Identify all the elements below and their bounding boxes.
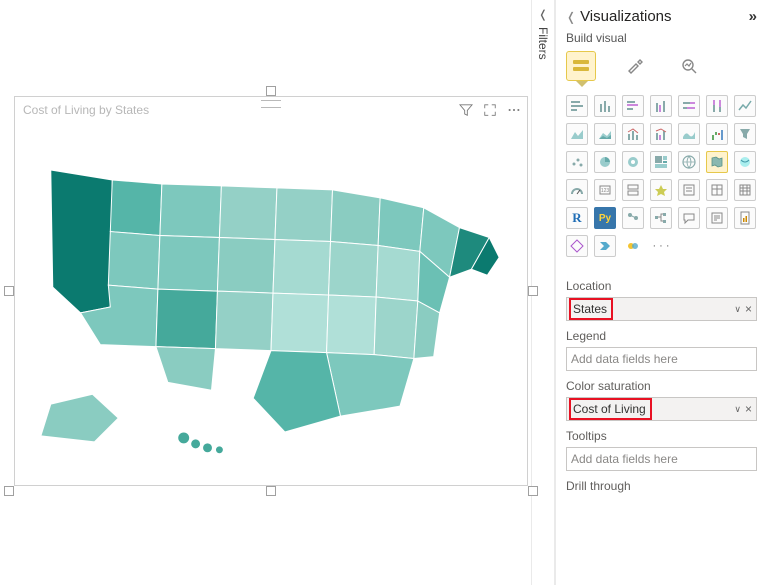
- resize-handle[interactable]: [4, 286, 14, 296]
- pane-title: Visualizations: [580, 8, 671, 25]
- map-visual-container[interactable]: Cost of Living by States: [14, 96, 528, 486]
- azure-map-icon[interactable]: [734, 151, 756, 173]
- paginated-report-icon[interactable]: [734, 207, 756, 229]
- filled-map-visual[interactable]: [23, 127, 519, 477]
- card-icon[interactable]: 123: [594, 179, 616, 201]
- legend-placeholder: Add data fields here: [571, 352, 678, 366]
- saturation-field-pill[interactable]: Cost of Living: [571, 400, 650, 418]
- remove-field-icon[interactable]: ×: [745, 402, 752, 416]
- filled-map-icon[interactable]: [706, 151, 728, 173]
- scatter-icon[interactable]: [566, 151, 588, 173]
- hundred-stacked-column-icon[interactable]: [706, 95, 728, 117]
- legend-well[interactable]: Add data fields here: [566, 347, 757, 371]
- analytics-tab[interactable]: [674, 51, 704, 81]
- python-visual-icon[interactable]: Py: [594, 207, 616, 229]
- tooltips-well[interactable]: Add data fields here: [566, 447, 757, 471]
- smart-narrative-icon[interactable]: [706, 207, 728, 229]
- location-field-pill[interactable]: States: [571, 300, 611, 318]
- svg-text:123: 123: [601, 188, 610, 194]
- visualization-type-gallery: 123 R Py · · ·: [566, 95, 757, 257]
- legend-label: Legend: [566, 329, 757, 343]
- chevron-left-icon[interactable]: ❬: [538, 8, 547, 21]
- line-chart-icon[interactable]: [734, 95, 756, 117]
- build-visual-tab[interactable]: [566, 51, 596, 81]
- chevron-down-icon[interactable]: ∨: [734, 404, 741, 415]
- pane-header: ❬ Visualizations »: [566, 4, 757, 27]
- visual-header-toolbar: [457, 101, 523, 119]
- more-visuals-menu[interactable]: · · ·: [650, 235, 672, 257]
- multi-row-card-icon[interactable]: [622, 179, 644, 201]
- location-well[interactable]: States ∨ ×: [566, 297, 757, 321]
- get-more-visuals-icon[interactable]: [622, 235, 644, 257]
- hundred-stacked-bar-icon[interactable]: [678, 95, 700, 117]
- build-mode-tabs: [566, 51, 757, 81]
- stacked-column-icon[interactable]: [594, 95, 616, 117]
- kpi-icon[interactable]: [650, 179, 672, 201]
- area-chart-icon[interactable]: [566, 123, 588, 145]
- pie-icon[interactable]: [594, 151, 616, 173]
- pane-subtitle: Build visual: [566, 31, 757, 45]
- report-canvas[interactable]: Cost of Living by States: [0, 0, 531, 585]
- saturation-label: Color saturation: [566, 379, 757, 393]
- r-visual-icon[interactable]: R: [566, 207, 588, 229]
- decomposition-tree-icon[interactable]: [650, 207, 672, 229]
- location-label: Location: [566, 279, 757, 293]
- clustered-bar-icon[interactable]: [622, 95, 644, 117]
- remove-field-icon[interactable]: ×: [745, 302, 752, 316]
- donut-icon[interactable]: [622, 151, 644, 173]
- key-influencers-icon[interactable]: [622, 207, 644, 229]
- tooltips-placeholder: Add data fields here: [571, 452, 678, 466]
- treemap-icon[interactable]: [650, 151, 672, 173]
- slicer-icon[interactable]: [678, 179, 700, 201]
- filters-label: Filters: [536, 27, 550, 60]
- power-automate-icon[interactable]: [594, 235, 616, 257]
- ribbon-chart-icon[interactable]: [678, 123, 700, 145]
- chevron-down-icon[interactable]: ∨: [734, 304, 741, 315]
- waterfall-icon[interactable]: [706, 123, 728, 145]
- more-options-icon[interactable]: [505, 101, 523, 119]
- gauge-icon[interactable]: [566, 179, 588, 201]
- resize-handle[interactable]: [266, 86, 276, 96]
- line-clustered-column-icon[interactable]: [650, 123, 672, 145]
- tooltips-label: Tooltips: [566, 429, 757, 443]
- power-apps-icon[interactable]: [566, 235, 588, 257]
- qa-visual-icon[interactable]: [678, 207, 700, 229]
- filters-pane-collapsed[interactable]: ❬ Filters: [531, 0, 555, 585]
- visualizations-pane: ❬ Visualizations » Build visual: [555, 0, 765, 585]
- table-icon[interactable]: [706, 179, 728, 201]
- saturation-well[interactable]: Cost of Living ∨ ×: [566, 397, 757, 421]
- focus-mode-icon[interactable]: [481, 101, 499, 119]
- resize-handle[interactable]: [266, 486, 276, 496]
- matrix-icon[interactable]: [734, 179, 756, 201]
- visual-title: Cost of Living by States: [23, 103, 149, 117]
- format-visual-tab[interactable]: [620, 51, 650, 81]
- map-icon[interactable]: [678, 151, 700, 173]
- expand-icon[interactable]: »: [749, 8, 757, 25]
- stacked-area-icon[interactable]: [594, 123, 616, 145]
- funnel-icon[interactable]: [734, 123, 756, 145]
- clustered-column-icon[interactable]: [650, 95, 672, 117]
- line-stacked-column-icon[interactable]: [622, 123, 644, 145]
- filter-icon[interactable]: [457, 101, 475, 119]
- chevron-left-icon[interactable]: ❬: [566, 10, 576, 24]
- stacked-bar-icon[interactable]: [566, 95, 588, 117]
- drill-through-label: Drill through: [566, 479, 757, 493]
- field-wells: Location States ∨ × Legend Add data fiel…: [566, 271, 757, 497]
- drag-handle-icon[interactable]: [261, 100, 281, 108]
- resize-handle[interactable]: [4, 486, 14, 496]
